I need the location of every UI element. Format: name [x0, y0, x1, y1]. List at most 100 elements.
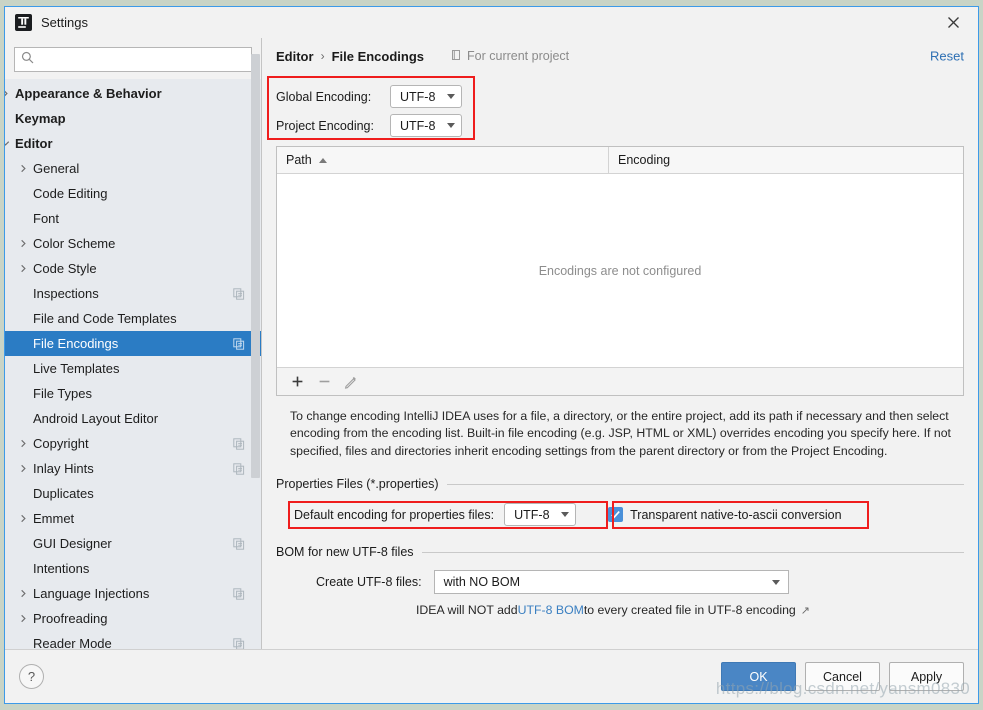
- sidebar-item-code-editing[interactable]: Code Editing: [5, 181, 261, 206]
- sidebar-item-file-types[interactable]: File Types: [5, 381, 261, 406]
- properties-group-title: Properties Files (*.properties): [276, 477, 439, 492]
- add-encoding-button[interactable]: [285, 371, 309, 393]
- table-body[interactable]: Encodings are not configured: [277, 174, 963, 367]
- create-utf8-files-combo[interactable]: with NO BOM: [433, 570, 789, 595]
- dialog-body: Appearance & Behavior Keymap Editor General…: [5, 38, 978, 649]
- sidebar-item-label: Intentions: [33, 561, 90, 576]
- sidebar-item-color-scheme[interactable]: Color Scheme: [5, 231, 261, 256]
- cancel-button[interactable]: Cancel: [805, 662, 880, 691]
- sidebar-scrollbar-track[interactable]: [250, 38, 261, 649]
- sidebar-item-label: Reader Mode: [33, 636, 112, 649]
- sidebar-item-intentions[interactable]: Intentions: [5, 556, 261, 581]
- column-header-path[interactable]: Path: [277, 147, 609, 173]
- chevron-right-icon[interactable]: [16, 588, 30, 599]
- sidebar-item-general[interactable]: General: [5, 156, 261, 181]
- apply-button[interactable]: Apply: [889, 662, 964, 691]
- default-properties-encoding-combo[interactable]: UTF-8: [504, 503, 577, 527]
- chevron-right-icon[interactable]: [16, 438, 30, 449]
- breadcrumb-current: File Encodings: [331, 48, 425, 64]
- chevron-right-icon[interactable]: [16, 463, 30, 474]
- project-scope-icon: [450, 49, 462, 64]
- sidebar-item-live-templates[interactable]: Live Templates: [5, 356, 261, 381]
- global-encoding-row: Global Encoding: UTF-8: [276, 82, 481, 111]
- encodings-table: Path Encoding Encodings are not configur…: [276, 146, 964, 396]
- table-empty-message: Encodings are not configured: [538, 263, 702, 278]
- default-properties-encoding-label: Default encoding for properties files:: [294, 507, 495, 522]
- search-input[interactable]: [39, 51, 245, 68]
- sidebar-item-label: File and Code Templates: [33, 311, 177, 326]
- chevron-down-icon: [771, 579, 780, 585]
- search-icon: [21, 51, 34, 69]
- sidebar-item-label: Inlay Hints: [33, 461, 94, 476]
- bom-row: Create UTF-8 files: with NO BOM: [276, 570, 964, 595]
- chevron-right-icon[interactable]: [16, 163, 30, 174]
- breadcrumb: Editor › File Encodings For current proj…: [276, 38, 964, 74]
- ok-button[interactable]: OK: [721, 662, 796, 691]
- sort-ascending-icon: [318, 157, 327, 163]
- sidebar-item-inspections[interactable]: Inspections: [5, 281, 261, 306]
- edit-encoding-button[interactable]: [339, 371, 363, 393]
- sidebar-item-font[interactable]: Font: [5, 206, 261, 231]
- create-utf8-files-value: with NO BOM: [443, 575, 520, 590]
- sidebar-item-duplicates[interactable]: Duplicates: [5, 481, 261, 506]
- sidebar-item-label: GUI Designer: [33, 536, 112, 551]
- sidebar-item-gui-designer[interactable]: GUI Designer: [5, 531, 261, 556]
- utf8-bom-link[interactable]: UTF-8 BOM: [518, 603, 584, 617]
- sidebar-item-keymap[interactable]: Keymap: [5, 106, 261, 131]
- help-button[interactable]: ?: [19, 664, 44, 689]
- search-box[interactable]: [14, 47, 252, 72]
- bom-group-title: BOM for new UTF-8 files: [276, 545, 414, 560]
- sidebar-item-android-layout-editor[interactable]: Android Layout Editor: [5, 406, 261, 431]
- sidebar-item-proofreading[interactable]: Proofreading: [5, 606, 261, 631]
- sidebar-item-label: Editor: [15, 136, 53, 151]
- chevron-right-icon[interactable]: [16, 613, 30, 624]
- sidebar-item-language-injections[interactable]: Language Injections: [5, 581, 261, 606]
- chevron-down-icon[interactable]: [5, 138, 12, 149]
- encodings-block: Global Encoding: UTF-8 Project Encoding:…: [267, 74, 481, 146]
- transparent-conversion-checkbox[interactable]: Transparent native-to-ascii conversion: [608, 507, 842, 523]
- chevron-right-icon[interactable]: [5, 88, 12, 99]
- properties-group-header: Properties Files (*.properties): [276, 477, 964, 491]
- breadcrumb-parent[interactable]: Editor: [276, 49, 314, 64]
- global-encoding-label: Global Encoding:: [276, 89, 372, 104]
- remove-encoding-button[interactable]: [312, 371, 336, 393]
- chevron-right-icon[interactable]: [16, 513, 30, 524]
- chevron-right-icon[interactable]: [16, 263, 30, 274]
- transparent-conversion-label: Transparent native-to-ascii conversion: [630, 507, 842, 522]
- close-icon[interactable]: [940, 11, 966, 35]
- sidebar-item-copyright[interactable]: Copyright: [5, 431, 261, 456]
- column-header-encoding[interactable]: Encoding: [609, 147, 963, 173]
- bom-hint: IDEA will NOT add UTF-8 BOM to every cre…: [276, 603, 964, 617]
- sidebar-item-label: File Encodings: [33, 336, 119, 351]
- group-divider: [421, 551, 964, 553]
- sidebar-item-label: Appearance & Behavior: [15, 86, 162, 101]
- sidebar-item-label: Color Scheme: [33, 236, 116, 251]
- project-encoding-row: Project Encoding: UTF-8: [276, 111, 481, 140]
- sidebar-item-inlay-hints[interactable]: Inlay Hints: [5, 456, 261, 481]
- reset-link[interactable]: Reset: [930, 49, 964, 64]
- checkbox-checked-icon: [608, 507, 624, 523]
- sidebar-item-label: Font: [33, 211, 60, 226]
- sidebar-item-reader-mode[interactable]: Reader Mode: [5, 631, 261, 649]
- sidebar-item-file-and-code-templates[interactable]: File and Code Templates: [5, 306, 261, 331]
- bom-hint-after: to every created file in UTF-8 encoding: [583, 603, 796, 618]
- project-encoding-combo[interactable]: UTF-8: [390, 114, 462, 137]
- sidebar-item-editor[interactable]: Editor: [5, 131, 261, 156]
- group-divider: [446, 483, 964, 485]
- sidebar-item-file-encodings[interactable]: File Encodings: [5, 331, 261, 356]
- sidebar-item-label: Code Style: [33, 261, 97, 276]
- create-utf8-files-label: Create UTF-8 files:: [316, 575, 422, 590]
- sidebar-item-code-style[interactable]: Code Style: [5, 256, 261, 281]
- global-encoding-combo[interactable]: UTF-8: [390, 85, 462, 108]
- project-setting-icon: [233, 587, 245, 600]
- for-current-project-label: For current project: [467, 49, 570, 63]
- project-encoding-label: Project Encoding:: [276, 118, 374, 133]
- sidebar-item-emmet[interactable]: Emmet: [5, 506, 261, 531]
- sidebar-item-appearance-behavior[interactable]: Appearance & Behavior: [5, 81, 261, 106]
- sidebar-scrollbar-thumb[interactable]: [251, 54, 260, 478]
- chevron-down-icon: [447, 94, 455, 99]
- sidebar-item-label: Proofreading: [33, 611, 108, 626]
- chevron-right-icon[interactable]: [16, 238, 30, 249]
- column-header-path-label: Path: [286, 153, 312, 167]
- settings-tree[interactable]: Appearance & Behavior Keymap Editor General…: [5, 79, 261, 649]
